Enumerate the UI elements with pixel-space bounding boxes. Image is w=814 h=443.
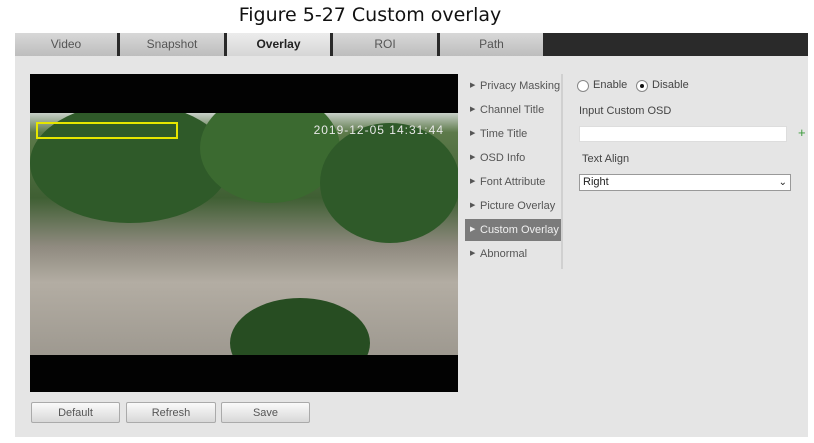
disable-label: Disable	[652, 79, 689, 91]
tab-roi[interactable]: ROI	[333, 33, 440, 56]
chevron-down-icon: ⌄	[778, 177, 787, 188]
arrow-right-icon: ▶	[470, 202, 476, 209]
input-custom-osd-label: Input Custom OSD	[579, 105, 672, 117]
arrow-right-icon: ▶	[470, 154, 476, 161]
menu-divider	[561, 74, 563, 269]
tab-path[interactable]: Path	[440, 33, 546, 56]
arrow-right-icon: ▶	[470, 250, 476, 257]
menu-font-attribute[interactable]: ▶ Font Attribute	[465, 171, 561, 193]
add-icon[interactable]: +	[798, 125, 806, 140]
menu-channel-title[interactable]: ▶ Channel Title	[465, 99, 561, 121]
refresh-button[interactable]: Refresh	[126, 402, 216, 423]
enable-label: Enable	[593, 79, 628, 91]
arrow-right-icon: ▶	[470, 178, 476, 185]
menu-osd-info[interactable]: ▶ OSD Info	[465, 147, 561, 169]
arrow-right-icon: ▶	[470, 226, 476, 233]
video-preview[interactable]: 2019-12-05 14:31:44	[30, 74, 458, 392]
menu-time-title[interactable]: ▶ Time Title	[465, 123, 561, 145]
tab-video[interactable]: Video	[15, 33, 120, 56]
time-title-overlay: 2019-12-05 14:31:44	[313, 123, 444, 137]
menu-custom-overlay[interactable]: ▶ Custom Overlay	[465, 219, 561, 241]
tab-bar: Video Snapshot Overlay ROI Path	[15, 33, 808, 56]
text-align-select[interactable]: Right ⌄	[579, 174, 791, 191]
enable-radio[interactable]	[577, 80, 589, 92]
custom-osd-box[interactable]	[36, 122, 178, 139]
menu-abnormal[interactable]: ▶ Abnormal	[465, 243, 561, 265]
figure-caption: Figure 5-27 Custom overlay	[238, 4, 502, 26]
tab-overlay[interactable]: Overlay	[227, 33, 333, 56]
arrow-right-icon: ▶	[470, 106, 476, 113]
menu-picture-overlay[interactable]: ▶ Picture Overlay	[465, 195, 561, 217]
text-align-label: Text Align	[582, 153, 630, 165]
camera-scene: 2019-12-05 14:31:44	[30, 113, 458, 355]
arrow-right-icon: ▶	[470, 130, 476, 137]
tab-snapshot[interactable]: Snapshot	[120, 33, 227, 56]
disable-radio[interactable]	[636, 80, 648, 92]
custom-osd-input[interactable]	[579, 126, 787, 142]
default-button[interactable]: Default	[31, 402, 120, 423]
menu-privacy-masking[interactable]: ▶ Privacy Masking	[465, 75, 561, 97]
save-button[interactable]: Save	[221, 402, 310, 423]
arrow-right-icon: ▶	[470, 82, 476, 89]
